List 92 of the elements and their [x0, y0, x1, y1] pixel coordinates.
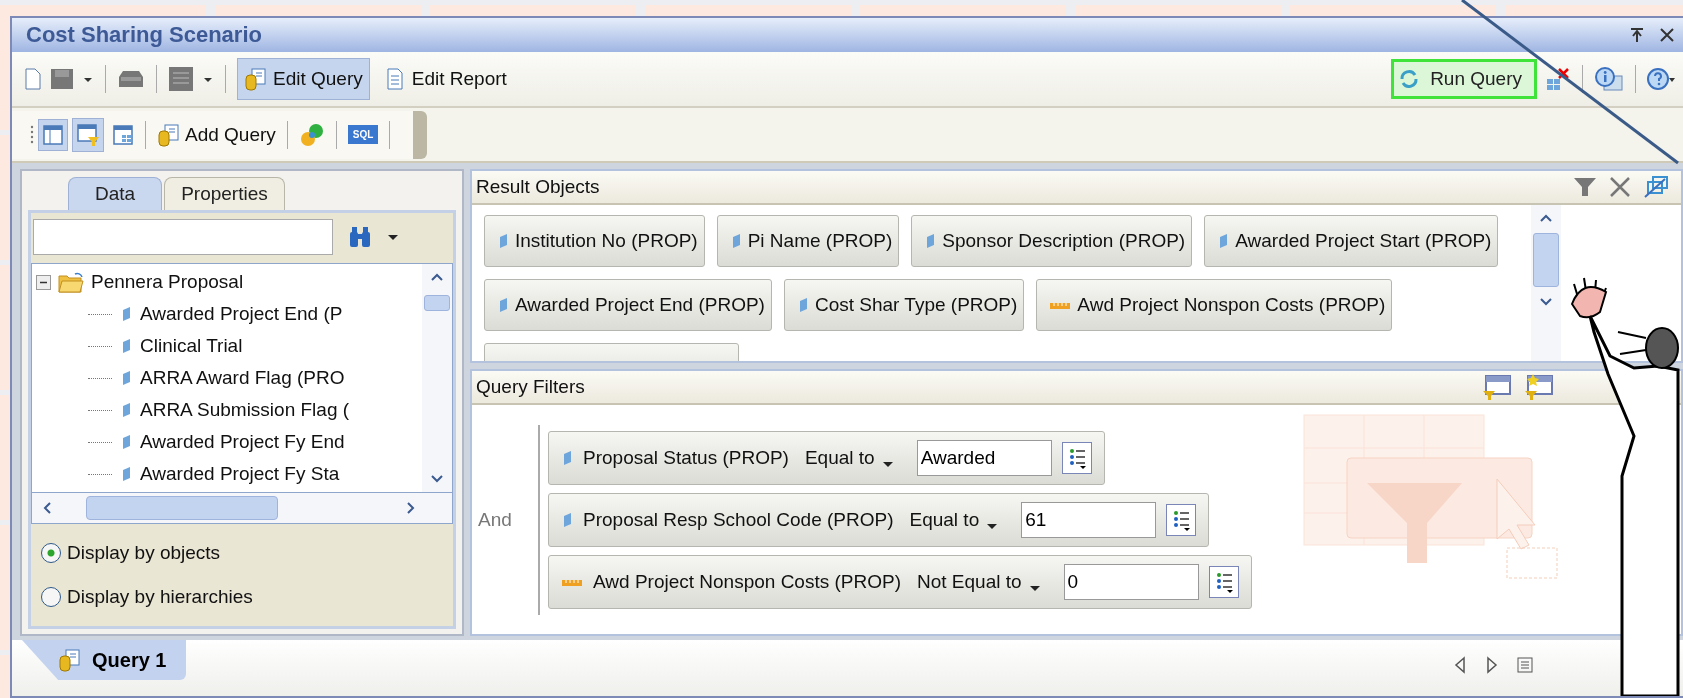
dimension-icon — [120, 369, 132, 387]
info-icon[interactable] — [1594, 66, 1624, 92]
panel-title: Query Filters — [476, 376, 585, 398]
window-icon — [42, 123, 64, 146]
ruler-icon — [1049, 300, 1072, 310]
next-icon[interactable] — [1485, 656, 1499, 674]
vertical-scrollbar[interactable] — [1531, 205, 1561, 361]
dimension-icon — [120, 337, 132, 355]
dimension-icon — [561, 510, 573, 529]
overlapping-spheres-icon — [298, 121, 325, 148]
previous-icon[interactable] — [1453, 656, 1467, 674]
operator-dropdown[interactable]: Not Equal to — [911, 570, 1054, 593]
value-field[interactable]: 61 — [1021, 501, 1157, 538]
list-icon[interactable] — [1061, 441, 1092, 474]
edit-report-button[interactable]: Edit Report — [377, 58, 514, 100]
tree-item[interactable]: Awarded Project Fy Sta — [140, 463, 340, 485]
cancel-query-icon[interactable] — [1545, 67, 1571, 91]
tree-item[interactable]: ARRA Submission Flag ( — [140, 399, 350, 421]
page-view-icon[interactable] — [168, 66, 194, 92]
grip-icon — [30, 123, 34, 146]
list-icon[interactable] — [1166, 503, 1197, 536]
caret-icon — [987, 523, 998, 529]
tree-item[interactable]: Clinical Trial — [140, 335, 243, 357]
panel-tab[interactable]: Properties — [164, 177, 285, 210]
window-grid-icon — [112, 123, 134, 146]
new-filter-icon[interactable] — [1524, 373, 1554, 401]
result-object-chip[interactable]: Awd Project Nonspon Costs (PROP) — [1036, 279, 1393, 331]
save-icon[interactable] — [50, 67, 74, 91]
list-icon[interactable] — [1208, 565, 1239, 598]
horizontal-scrollbar[interactable] — [31, 492, 453, 524]
edit-query-button[interactable]: Edit Query — [237, 58, 370, 100]
dimension-icon — [120, 305, 132, 323]
radio-option[interactable]: Display by hierarchies — [41, 586, 443, 608]
filter-object: Awd Project Nonspon Costs (PROP) — [593, 570, 901, 593]
operator-dropdown[interactable]: Equal to — [798, 446, 907, 469]
filter-icon[interactable] — [1573, 176, 1597, 198]
radio-option[interactable]: Display by objects — [41, 542, 443, 564]
dimension-icon — [120, 401, 132, 419]
tree-item[interactable]: Pennera Proposal — [91, 271, 244, 293]
predefined-filter-icon[interactable] — [1482, 373, 1512, 401]
dimension-icon — [561, 448, 573, 467]
dimension-icon — [924, 232, 937, 250]
add-query-button[interactable]: Add Query — [153, 117, 280, 152]
result-object-chip[interactable]: Sponsor Description (PROP) — [911, 215, 1193, 267]
scroll-thumb[interactable] — [424, 295, 450, 311]
vertical-scrollbar[interactable] — [422, 264, 452, 492]
database-icon — [244, 67, 266, 91]
window-filter-icon — [76, 122, 100, 147]
pin-icon[interactable] — [1629, 27, 1645, 43]
folder-icon — [57, 270, 85, 294]
result-object-chip[interactable]: Pi Name (PROP) — [716, 215, 900, 267]
value-field[interactable]: 0 — [1063, 563, 1199, 600]
dimension-icon — [120, 465, 132, 483]
query-tab[interactable]: Query 1 — [22, 640, 187, 680]
tree-item[interactable]: Awarded Project End (P — [140, 303, 343, 325]
caret-icon — [882, 461, 893, 467]
filter-object: Proposal Status (PROP) — [583, 446, 789, 469]
binoculars-icon[interactable] — [347, 224, 373, 250]
filter-object: Proposal Resp School Code (PROP) — [583, 508, 894, 531]
sql-button[interactable]: SQL — [347, 125, 379, 144]
operator-dropdown[interactable]: Equal to — [903, 508, 1012, 531]
tree-item[interactable]: ARRA Award Flag (PRO — [140, 367, 345, 389]
logical-operator: And — [478, 508, 513, 531]
panel-title: Result Objects — [476, 176, 600, 198]
panel-tab[interactable]: Data — [68, 177, 163, 210]
filter-pane-button[interactable] — [72, 117, 104, 152]
window-title: Cost Sharing Scenario — [26, 22, 262, 48]
document-icon — [384, 67, 405, 91]
result-object-chip[interactable]: Awarded Project End (PROP) — [484, 279, 772, 331]
scroll-thumb[interactable] — [1533, 233, 1559, 287]
database-icon — [58, 648, 80, 672]
dimension-icon — [497, 232, 509, 250]
database-icon — [157, 122, 179, 147]
search-field[interactable] — [33, 219, 333, 255]
close-icon[interactable] — [1609, 176, 1631, 198]
list-menu-icon[interactable] — [1517, 656, 1533, 674]
run-query-button[interactable]: Run Query — [1391, 59, 1537, 99]
tree-item[interactable]: Awarded Project Fy End — [140, 431, 345, 453]
close-icon[interactable] — [1659, 27, 1675, 43]
dimension-icon — [497, 296, 509, 314]
collapse-icon[interactable] — [36, 274, 51, 290]
windows-icon[interactable] — [1643, 175, 1669, 199]
result-object-chip[interactable]: Awarded Project Start (PROP) — [1204, 215, 1499, 267]
caret-icon — [1029, 585, 1040, 591]
dimension-icon — [120, 433, 132, 451]
help-icon[interactable] — [1647, 67, 1675, 91]
dimension-icon — [1217, 232, 1230, 250]
scroll-thumb[interactable] — [86, 496, 278, 520]
result-object-chip[interactable]: Institution No (PROP) — [484, 215, 705, 267]
panel-layout-button[interactable] — [38, 118, 68, 151]
result-object-chip[interactable]: Cost Shar Type (PROP) — [783, 279, 1025, 331]
value-field[interactable]: Awarded — [916, 439, 1052, 476]
